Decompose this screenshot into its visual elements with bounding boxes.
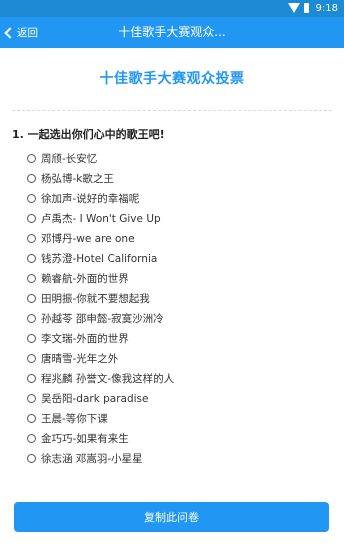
option-label: 金巧巧-如果有来生	[41, 432, 129, 445]
nav-title: 十佳歌手大赛观众...	[118, 25, 226, 39]
option-label: 周颀-长安忆	[41, 152, 98, 165]
status-bar: 9:18	[0, 0, 344, 17]
nav-bar: 返回 十佳歌手大赛观众...	[0, 17, 344, 48]
option-label: 程兆麟 孙誉文-像我这样的人	[41, 372, 175, 385]
status-time: 9:18	[315, 3, 338, 14]
option-label: 田明振-你就不要想起我	[41, 292, 150, 305]
radio-option[interactable]: 孙越苓 邵申懿-寂寞沙洲冷	[27, 308, 174, 328]
radio-circle-icon[interactable]	[27, 453, 36, 463]
radio-option[interactable]: 赖睿航-外面的世界	[27, 268, 174, 288]
radio-option[interactable]: 吴岳阳-dark paradise	[27, 388, 174, 408]
divider	[12, 110, 332, 111]
radio-circle-icon[interactable]	[27, 413, 36, 423]
radio-circle-icon[interactable]	[27, 273, 36, 283]
radio-circle-icon[interactable]	[27, 373, 36, 383]
option-label: 唐晴雪-光年之外	[41, 352, 119, 365]
radio-option[interactable]: 田明振-你就不要想起我	[27, 288, 174, 308]
option-label: 徐志涵 邓嵩羽-小星星	[41, 452, 143, 465]
radio-circle-icon[interactable]	[27, 433, 36, 443]
radio-circle-icon[interactable]	[27, 153, 36, 163]
radio-circle-icon[interactable]	[27, 393, 36, 403]
radio-option[interactable]: 王晨-等你下课	[27, 408, 174, 428]
option-label: 杨弘博-k歌之王	[41, 172, 114, 185]
option-label: 徐加声-说好的幸福呢	[41, 192, 140, 205]
radio-option[interactable]: 程兆麟 孙誉文-像我这样的人	[27, 368, 174, 388]
radio-circle-icon[interactable]	[27, 233, 36, 243]
radio-option[interactable]: 唐晴雪-光年之外	[27, 348, 174, 368]
wifi-icon	[288, 3, 300, 13]
radio-circle-icon[interactable]	[27, 333, 36, 343]
radio-option[interactable]: 周颀-长安忆	[27, 148, 174, 168]
radio-option[interactable]: 卢禹杰- I Won't Give Up	[27, 208, 174, 228]
question-title: 1. 一起选出你们心中的歌王吧!	[12, 128, 165, 141]
battery-icon	[304, 3, 309, 13]
radio-circle-icon[interactable]	[27, 213, 36, 223]
radio-circle-icon[interactable]	[27, 353, 36, 363]
option-label: 李文瑞-外面的世界	[41, 332, 129, 345]
page-title: 十佳歌手大赛观众投票	[99, 71, 245, 87]
option-label: 卢禹杰- I Won't Give Up	[41, 212, 161, 225]
option-label: 吴岳阳-dark paradise	[41, 392, 149, 405]
radio-option[interactable]: 邓博丹-we are one	[27, 228, 174, 248]
option-label: 孙越苓 邵申懿-寂寞沙洲冷	[41, 312, 164, 325]
copy-survey-button[interactable]: 复制此问卷	[14, 502, 329, 532]
radio-option[interactable]: 李文瑞-外面的世界	[27, 328, 174, 348]
radio-option[interactable]: 杨弘博-k歌之王	[27, 168, 174, 188]
radio-option[interactable]: 徐志涵 邓嵩羽-小星星	[27, 448, 174, 468]
option-label: 钱苏澄-Hotel California	[41, 252, 158, 265]
radio-circle-icon[interactable]	[27, 313, 36, 323]
radio-option[interactable]: 徐加声-说好的幸福呢	[27, 188, 174, 208]
radio-option[interactable]: 金巧巧-如果有来生	[27, 428, 174, 448]
radio-circle-icon[interactable]	[27, 253, 36, 263]
option-label: 王晨-等你下课	[41, 412, 108, 425]
option-list: 周颀-长安忆杨弘博-k歌之王徐加声-说好的幸福呢卢禹杰- I Won't Giv…	[27, 148, 174, 468]
option-label: 赖睿航-外面的世界	[41, 272, 129, 285]
radio-circle-icon[interactable]	[27, 173, 36, 183]
radio-option[interactable]: 钱苏澄-Hotel California	[27, 248, 174, 268]
radio-circle-icon[interactable]	[27, 293, 36, 303]
radio-circle-icon[interactable]	[27, 193, 36, 203]
option-label: 邓博丹-we are one	[41, 232, 135, 245]
